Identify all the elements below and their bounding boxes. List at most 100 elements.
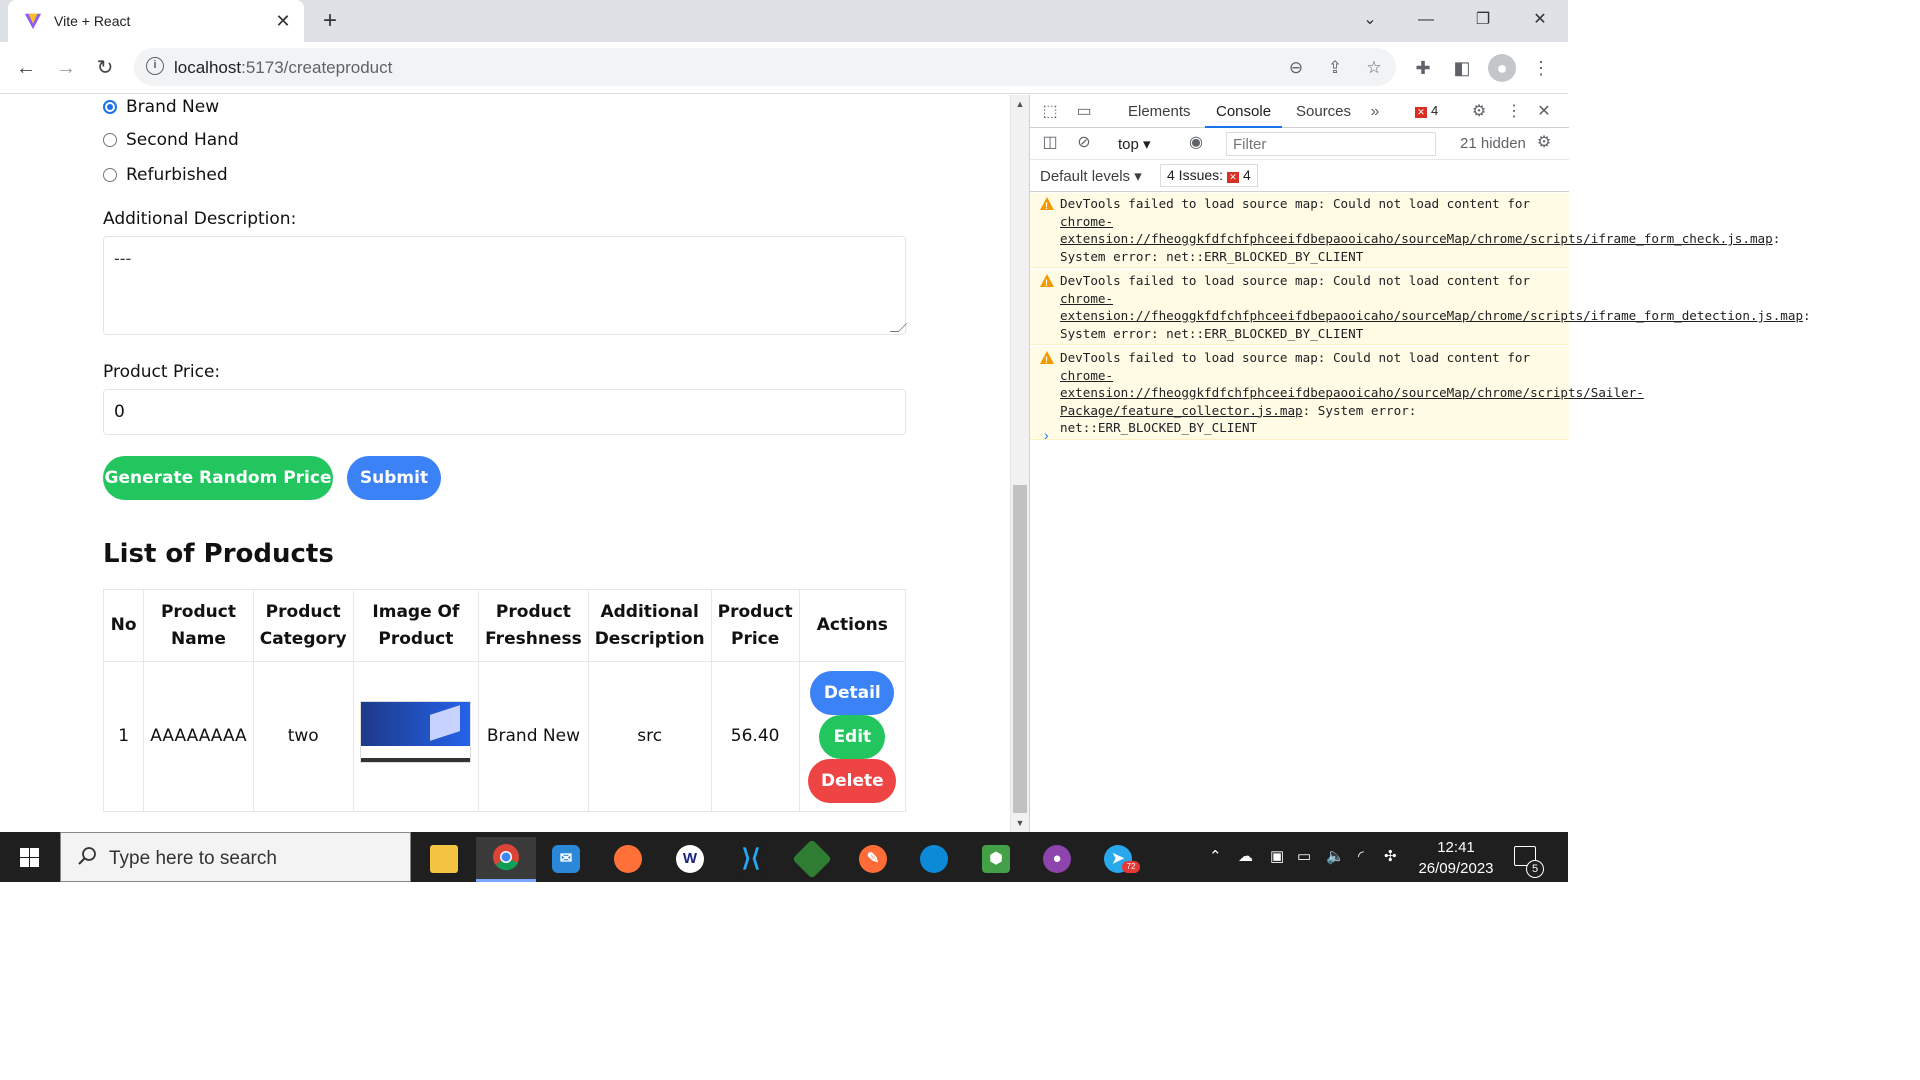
delete-button[interactable]: Delete	[808, 758, 897, 803]
freshness-option-refurbished[interactable]: Refurbished	[103, 163, 228, 187]
github-desktop-icon[interactable]: ●	[1027, 837, 1087, 882]
forward-icon[interactable]: →	[50, 52, 82, 84]
notification-count: 5	[1526, 860, 1544, 878]
tab-elements[interactable]: Elements	[1128, 95, 1191, 128]
generate-random-price-button[interactable]: Generate Random Price	[103, 456, 333, 500]
show-hidden-icons-icon[interactable]: ⌃	[1209, 847, 1222, 865]
console-warning-1: DevTools failed to load source map: Coul…	[1030, 193, 1780, 269]
new-tab-button[interactable]: +	[316, 8, 344, 36]
products-title: List of Products	[103, 539, 334, 569]
tab-sources[interactable]: Sources	[1296, 95, 1351, 128]
windows-start-icon[interactable]	[0, 832, 58, 882]
warning-icon	[1040, 351, 1054, 370]
telegram-icon[interactable]: ➤ 72	[1088, 837, 1148, 882]
wifi-icon[interactable]: ◜	[1358, 847, 1364, 865]
share-icon[interactable]: ⇪	[1323, 56, 1347, 80]
freshness-option-second-hand[interactable]: Second Hand	[103, 128, 239, 152]
dropbox-icon[interactable]: ✣	[1384, 847, 1397, 865]
submit-button[interactable]: Submit	[347, 456, 441, 500]
devtools-panel: ⬚ ▭ Elements Console Sources » ✕ 4 ⚙ ⋮ ✕ …	[1029, 95, 1811, 832]
close-devtools-icon[interactable]: ✕	[1532, 100, 1556, 124]
node-icon[interactable]: ⬢	[966, 837, 1026, 882]
mail-icon[interactable]: ✉	[536, 837, 596, 882]
freshness-option-brand-new[interactable]: Brand New	[103, 95, 219, 119]
context-select[interactable]: top ▾	[1118, 135, 1151, 153]
source-map-link[interactable]: chrome-extension://fheoggkfdfchfphceeifd…	[1060, 214, 1773, 247]
clock-date: 26/09/2023	[1418, 860, 1494, 877]
restore-icon[interactable]: ❐	[1463, 6, 1503, 34]
detail-button[interactable]: Detail	[810, 670, 895, 715]
cell-name: AAAAAAAA	[143, 661, 254, 812]
clock-time: 12:41	[1437, 839, 1475, 856]
more-tabs-icon[interactable]: »	[1363, 100, 1387, 124]
devtools-tabbar: ⬚ ▭ Elements Console Sources » ✕ 4 ⚙ ⋮ ✕	[1030, 95, 1569, 128]
site-info-icon[interactable]: i	[146, 57, 164, 75]
browser-tab[interactable]: Vite + React ✕	[8, 0, 304, 42]
sidebar-toggle-icon[interactable]: ◫	[1038, 131, 1062, 155]
device-toolbar-icon[interactable]: ▭	[1072, 100, 1096, 124]
file-explorer-icon[interactable]	[414, 837, 474, 882]
menu-kebab-icon[interactable]: ⋮	[1527, 54, 1555, 82]
settings-gear-icon[interactable]: ⚙	[1467, 100, 1491, 124]
radio-second-hand[interactable]	[103, 133, 117, 147]
cell-image	[352, 661, 480, 812]
page-scrollbar[interactable]: ▲ ▼	[1010, 95, 1029, 832]
edit-button[interactable]: Edit	[819, 714, 886, 759]
side-panel-icon[interactable]: ◧	[1448, 54, 1476, 82]
volume-icon[interactable]: 🔈	[1326, 847, 1345, 865]
console-settings-icon[interactable]: ⚙	[1532, 131, 1556, 155]
issues-button[interactable]: 4 Issues: ✕ 4	[1160, 164, 1258, 187]
tab-search-icon[interactable]: ⌄	[1350, 6, 1390, 34]
chrome-icon[interactable]	[476, 837, 536, 882]
onedrive-cloud-icon[interactable]: ☁	[1238, 847, 1253, 865]
scroll-down-icon[interactable]: ▼	[1015, 818, 1025, 828]
postman-icon[interactable]: ✎	[843, 837, 903, 882]
price-label: Product Price:	[103, 362, 221, 382]
console-warning-3: DevTools failed to load source map: Coul…	[1030, 347, 1644, 440]
description-textarea[interactable]: ---	[103, 236, 908, 335]
back-icon[interactable]: ←	[10, 52, 42, 84]
console-prompt[interactable]: ›	[1044, 427, 1049, 443]
address-bar[interactable]: i localhost:5173/createproduct ⊖ ⇪ ☆	[134, 48, 1396, 86]
radio-refurbished[interactable]	[103, 168, 117, 182]
tab-console[interactable]: Console	[1205, 95, 1283, 128]
bookmark-star-icon[interactable]: ☆	[1362, 56, 1386, 80]
clear-console-icon[interactable]: ⊘	[1072, 131, 1096, 155]
extensions-icon[interactable]: ✚	[1409, 54, 1437, 82]
zoom-icon[interactable]: ⊖	[1284, 56, 1308, 80]
tab-strip: Vite + React ✕ + ⌄ — ❐ ✕	[0, 0, 1568, 42]
edge-icon[interactable]	[904, 837, 964, 882]
resize-grip-icon[interactable]	[889, 323, 908, 332]
header-image: Image Of Product	[352, 589, 480, 662]
scrollbar-thumb[interactable]	[1013, 485, 1027, 813]
scroll-up-icon[interactable]: ▲	[1015, 99, 1025, 109]
minimize-icon[interactable]: —	[1406, 6, 1446, 34]
error-count-badge[interactable]: ✕ 4	[1411, 102, 1442, 120]
firefox-icon[interactable]	[598, 837, 658, 882]
taskbar-clock[interactable]: 12:41 26/09/2023	[1412, 837, 1500, 879]
battery-icon[interactable]: ▭	[1297, 847, 1311, 865]
search-icon	[78, 847, 96, 865]
app-w-icon[interactable]: W	[660, 837, 720, 882]
taskbar-search-box[interactable]: Type here to search	[60, 832, 411, 882]
price-input[interactable]: 0	[103, 389, 906, 435]
console-filter-input[interactable]: Filter	[1226, 132, 1436, 156]
source-map-link[interactable]: chrome-extension://fheoggkfdfchfphceeifd…	[1060, 291, 1803, 324]
profile-avatar-icon[interactable]: ●	[1488, 54, 1516, 82]
console-levels-bar: Default levels ▾ 4 Issues: ✕ 4	[1030, 160, 1569, 192]
header-price: Product Price	[710, 589, 800, 662]
reload-icon[interactable]: ↻	[89, 52, 121, 84]
console-toolbar: ◫ ⊘ top ▾ ◉ Filter 21 hidden ⚙	[1030, 128, 1569, 160]
meet-now-icon[interactable]: ▣	[1270, 847, 1284, 865]
products-table: No Product Name Product Category Image O…	[102, 589, 907, 812]
inspect-element-icon[interactable]: ⬚	[1038, 100, 1062, 124]
default-levels-dropdown[interactable]: Default levels ▾	[1040, 167, 1142, 185]
close-window-icon[interactable]: ✕	[1520, 6, 1560, 34]
vscode-icon[interactable]: ⟩⟨	[721, 837, 781, 882]
live-expression-eye-icon[interactable]: ◉	[1184, 131, 1208, 155]
hidden-count: 21 hidden	[1460, 135, 1526, 152]
close-tab-icon[interactable]: ✕	[272, 10, 294, 32]
devtools-menu-icon[interactable]: ⋮	[1502, 100, 1526, 124]
git-kraken-icon[interactable]	[782, 837, 842, 882]
radio-brand-new[interactable]	[103, 100, 117, 114]
